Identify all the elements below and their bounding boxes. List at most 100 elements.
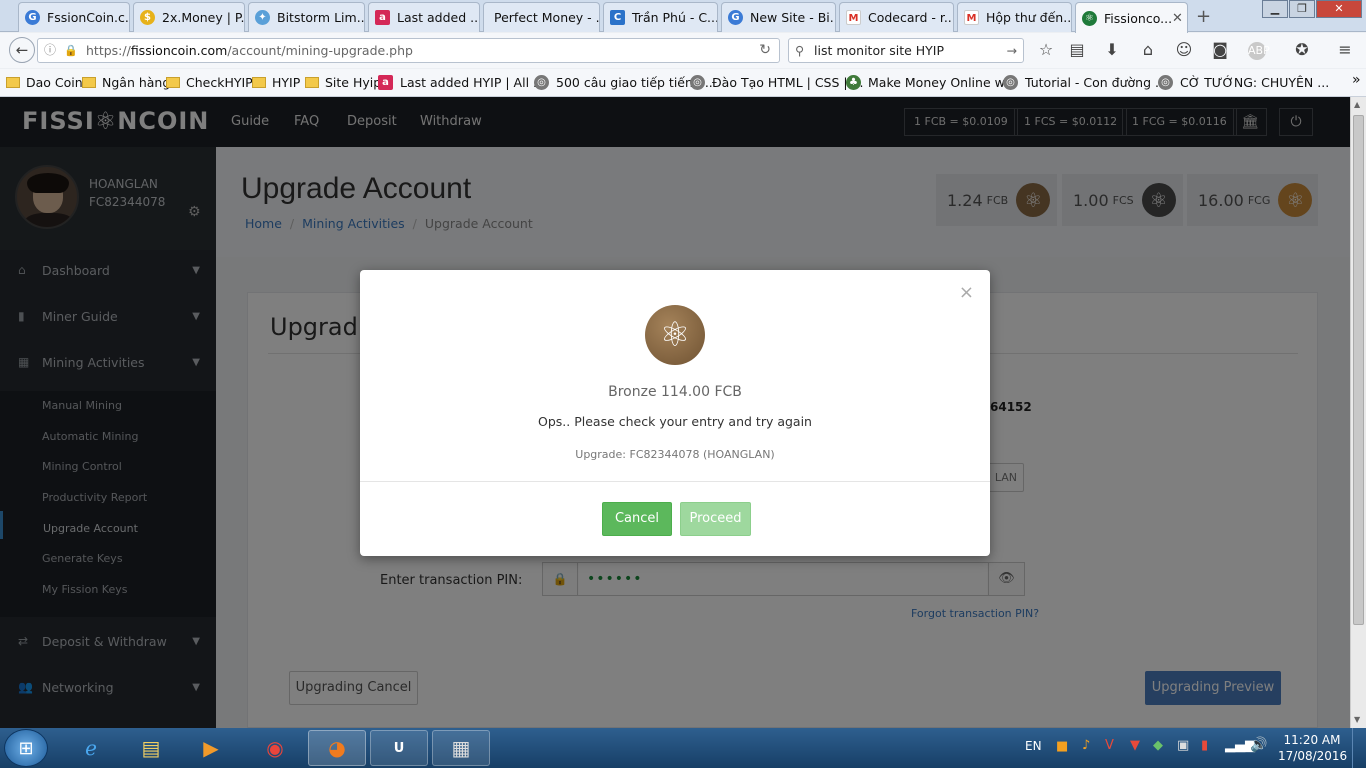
media-player-icon[interactable]: ▶ xyxy=(182,730,240,766)
browser-tab[interactable]: M Codecard - r... xyxy=(839,2,954,32)
more-bookmarks-icon[interactable]: » xyxy=(1352,72,1361,88)
browser-tab-active[interactable]: ⚛ Fissionco... ✕ xyxy=(1075,2,1188,33)
bookmark-item[interactable]: ◎ 500 câu giao tiếp tiếng... xyxy=(534,75,713,90)
url-domain: fissioncoin.com xyxy=(130,43,228,58)
reload-icon[interactable]: ↻ xyxy=(759,39,771,62)
file-explorer-icon[interactable]: ▤ xyxy=(122,730,180,766)
firefox-icon[interactable]: ◕ xyxy=(308,730,366,766)
menu-icon[interactable]: ≡ xyxy=(1334,40,1356,59)
tray-icon[interactable]: ▮ xyxy=(1201,738,1208,753)
vertical-scrollbar[interactable]: ▲ ▼ xyxy=(1350,97,1366,728)
bookmark-item[interactable]: Dao Coin xyxy=(6,75,83,90)
cancel-button[interactable]: Cancel xyxy=(602,502,672,536)
proceed-button[interactable]: Proceed xyxy=(680,502,751,536)
scroll-up-icon[interactable]: ▲ xyxy=(1354,100,1360,109)
folder-icon xyxy=(166,77,180,88)
folder-icon xyxy=(6,77,20,88)
browser-tab[interactable]: C Trần Phú - C... xyxy=(603,2,718,32)
bitstorm-icon: ✦ xyxy=(255,10,270,25)
browser-tab[interactable]: Perfect Money - ... xyxy=(483,2,600,32)
tray-icon[interactable]: ♪ xyxy=(1082,738,1090,753)
globe-icon: ◎ xyxy=(534,75,549,90)
tray-icon[interactable]: ■ xyxy=(1056,739,1068,754)
search-go-icon[interactable]: → xyxy=(1007,39,1017,62)
bookmark-item[interactable]: ◎ CỜ TƯỚNG: CHUYÊN ... xyxy=(1158,75,1329,90)
windows-taskbar: ⊞ ℯ ▤ ▶ ◉ ◕ U ▦ EN ■ ♪ V ▼ ◆ ▣ ▮ ▂▄▆ 🔊 1… xyxy=(0,728,1366,768)
bookmark-item[interactable]: ◎ Tutorial - Con đường ... xyxy=(1003,75,1167,90)
bookmark-item[interactable]: a Last added HYIP | All ... xyxy=(378,75,545,90)
tray-icon[interactable]: ▼ xyxy=(1130,738,1140,753)
tray-icon[interactable]: V xyxy=(1105,738,1114,753)
browser-tab[interactable]: $2x.Money | P... xyxy=(133,2,245,32)
unikey-icon[interactable]: U xyxy=(370,730,428,766)
tray-icon[interactable]: ◆ xyxy=(1153,738,1163,753)
show-desktop-button[interactable] xyxy=(1352,728,1366,768)
chat-icon[interactable]: ☺ xyxy=(1173,40,1195,59)
gmail-icon: M xyxy=(964,10,979,25)
scrollbar-thumb[interactable] xyxy=(1353,115,1364,625)
c-icon: C xyxy=(610,10,625,25)
package-title: Bronze 114.00 FCB xyxy=(608,384,742,400)
search-input[interactable]: ⚲ list monitor site HYIP → xyxy=(788,38,1024,63)
bookmark-item[interactable]: Ngân hàng xyxy=(82,75,170,90)
browser-nav-bar: ← ⓘ 🔒 https://fissioncoin.com/account/mi… xyxy=(0,33,1366,68)
back-icon[interactable]: ← xyxy=(9,37,35,63)
language-indicator[interactable]: EN xyxy=(1025,739,1042,753)
error-message: Ops.. Please check your entry and try ag… xyxy=(538,414,812,429)
url-path: /account/mining-upgrade.php xyxy=(227,43,413,58)
info-icon[interactable]: ⓘ xyxy=(44,39,56,62)
download-icon[interactable]: ⬇ xyxy=(1101,40,1123,59)
bookmark-star-icon[interactable]: ☆ xyxy=(1035,40,1057,59)
extension-icon[interactable]: ✪ xyxy=(1291,40,1313,59)
reading-list-icon[interactable]: ▤ xyxy=(1066,40,1088,59)
browser-tab[interactable]: a Last added ... xyxy=(368,2,480,32)
volume-icon[interactable]: 🔊 xyxy=(1250,737,1267,753)
internet-explorer-icon[interactable]: ℯ xyxy=(62,730,120,766)
folder-icon xyxy=(252,77,266,88)
maximize-button[interactable]: ❐ xyxy=(1289,0,1315,18)
bookmark-item[interactable]: HYIP xyxy=(252,75,300,90)
minimize-button[interactable]: ▁ xyxy=(1262,0,1288,18)
close-icon[interactable]: × xyxy=(959,282,974,303)
bookmark-item[interactable]: CheckHYIP xyxy=(166,75,253,90)
browser-tab[interactable]: ✦ Bitstorm Lim... xyxy=(248,2,365,32)
browser-tab[interactable]: M Hộp thư đến... xyxy=(957,2,1072,32)
pocket-icon[interactable]: ◙ xyxy=(1209,40,1231,59)
leaf-icon: ♣ xyxy=(846,75,861,90)
gmail-icon: M xyxy=(846,10,861,25)
atom-icon: ⚛ xyxy=(645,305,705,365)
globe-icon: ◎ xyxy=(1003,75,1018,90)
bookmark-item[interactable]: ◎ Đào Tạo HTML | CSS | ... xyxy=(690,75,864,90)
adblock-icon[interactable]: ABP xyxy=(1248,42,1270,60)
fission-icon: ⚛ xyxy=(1082,10,1097,26)
scroll-down-icon[interactable]: ▼ xyxy=(1354,715,1360,724)
browser-tab[interactable]: G New Site - Bi... xyxy=(721,2,836,32)
globe-icon: G xyxy=(25,10,40,25)
clock-date[interactable]: 17/08/2016 xyxy=(1278,749,1347,763)
lock-icon: 🔒 xyxy=(64,44,78,57)
a-icon: a xyxy=(375,10,390,25)
globe-icon: ◎ xyxy=(690,75,705,90)
start-button[interactable]: ⊞ xyxy=(4,729,48,767)
new-tab-button[interactable]: + xyxy=(1196,6,1211,27)
globe-icon: G xyxy=(728,10,743,25)
folder-icon xyxy=(82,77,96,88)
calculator-icon[interactable]: ▦ xyxy=(432,730,490,766)
confirm-modal: × ⚛ Bronze 114.00 FCB Ops.. Please check… xyxy=(360,270,990,556)
home-icon[interactable]: ⌂ xyxy=(1137,40,1159,59)
url-prefix: https:// xyxy=(86,43,131,58)
window-close-button[interactable]: ✕ xyxy=(1316,0,1362,18)
folder-icon xyxy=(305,77,319,88)
tray-icon[interactable]: ▣ xyxy=(1177,738,1189,753)
bookmark-item[interactable]: ♣ Make Money Online w... xyxy=(846,75,1016,90)
browser-tab-bar: G FssionCoin.c... $2x.Money | P... ✦ Bitst… xyxy=(0,0,1366,33)
clock-time[interactable]: 11:20 AM xyxy=(1282,733,1342,747)
bookmarks-bar: Dao Coin Ngân hàng CheckHYIP HYIP Site H… xyxy=(0,69,1366,97)
globe-icon: ◎ xyxy=(1158,75,1173,90)
upgrade-detail: Upgrade: FC82344078 (HOANGLAN) xyxy=(575,448,775,461)
close-tab-icon[interactable]: ✕ xyxy=(1172,11,1183,26)
bookmark-item[interactable]: Site Hyip xyxy=(305,75,381,90)
url-bar[interactable]: ⓘ 🔒 https://fissioncoin.com/account/mini… xyxy=(37,38,780,63)
browser-tab[interactable]: G FssionCoin.c... xyxy=(18,2,130,32)
chrome-icon[interactable]: ◉ xyxy=(246,730,304,766)
